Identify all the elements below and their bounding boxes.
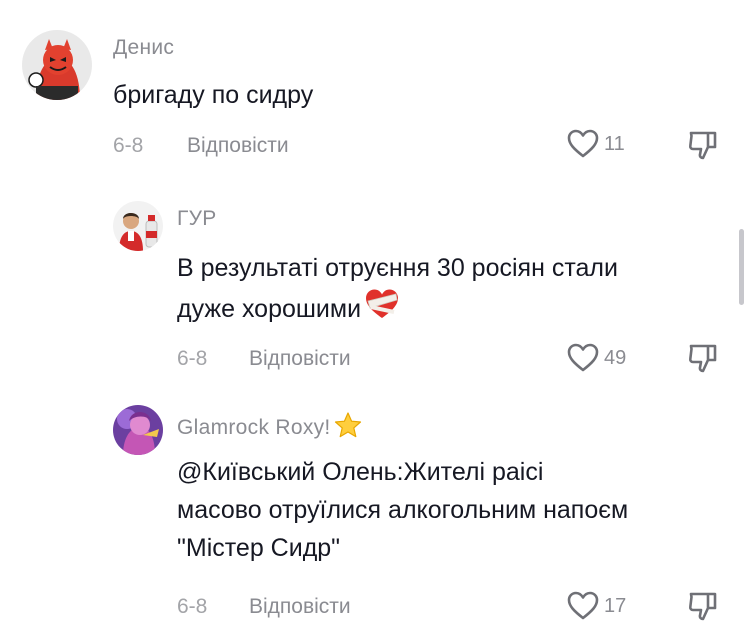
dislike-button[interactable] (686, 341, 720, 380)
comment-username[interactable]: Денис (113, 36, 174, 60)
thumbs-down-icon (688, 344, 717, 373)
comment-username-row: Glamrock Roxy! (177, 411, 363, 440)
comment-text: бригаду по сидру (113, 76, 313, 114)
comment-text: @Київський Олень:Жителі раісі масово отр… (177, 453, 628, 567)
reply-button[interactable]: Відповісти (249, 595, 351, 619)
comment-text-line: масово отруїлися алкогольним напоєм (177, 496, 629, 524)
heart-icon (567, 129, 599, 158)
avatar-denys[interactable] (22, 30, 92, 100)
dislike-button[interactable] (686, 128, 720, 167)
star-emoji (334, 412, 361, 438)
reply-button[interactable]: Відповісти (249, 347, 351, 371)
like-count: 49 (604, 346, 627, 369)
reply-button[interactable]: Відповісти (187, 134, 289, 158)
comment-text: В результаті отруєння 30 росіян стали ду… (177, 249, 618, 328)
comment-text-line-2: дуже хорошими (177, 287, 618, 328)
comment-text-line: дуже хорошими (177, 295, 362, 323)
scrollbar[interactable] (739, 229, 744, 305)
comment-text-line: В результаті отруєння 30 росіян стали (177, 254, 618, 282)
heart-with-bandage-emoji (366, 289, 399, 318)
thumbs-down-icon (688, 131, 717, 160)
heart-icon (567, 343, 599, 372)
comment-text-line: "Містер Сидр" (177, 534, 341, 562)
thumbs-down-icon (688, 592, 717, 621)
like-button[interactable]: 49 (566, 342, 626, 374)
avatar-gur[interactable] (113, 201, 163, 251)
like-count: 17 (604, 594, 627, 617)
like-button[interactable]: 11 (566, 128, 625, 160)
comment-username[interactable]: Glamrock Roxy! (177, 416, 331, 439)
comment-date: 6-8 (113, 134, 144, 157)
avatar-glamrock-roxy[interactable] (113, 405, 163, 455)
heart-icon (567, 591, 599, 620)
comment-username[interactable]: ГУР (177, 207, 217, 231)
comment-date: 6-8 (177, 347, 208, 370)
comment-text-line: бригаду по сидру (113, 81, 314, 109)
like-count: 11 (604, 132, 625, 155)
dislike-button[interactable] (686, 589, 720, 628)
comment-text-line: @Київський Олень:Жителі раісі (177, 458, 544, 486)
like-button[interactable]: 17 (566, 590, 626, 622)
comment-date: 6-8 (177, 595, 208, 618)
